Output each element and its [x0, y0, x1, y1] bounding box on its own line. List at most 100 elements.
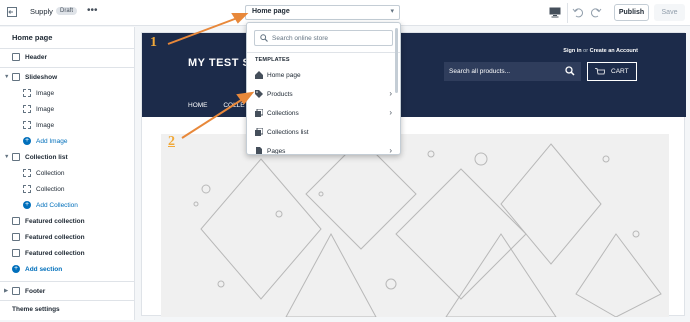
add-section-button[interactable]: + Add section	[0, 262, 135, 278]
sidebar-subitem-label: Image	[36, 122, 55, 129]
plus-circle-icon: +	[12, 265, 20, 273]
footer-section-icon	[12, 287, 20, 295]
dropdown-item-label: Home page	[267, 72, 301, 79]
sidebar-item-slideshow[interactable]: ▼ Slideshow	[0, 70, 135, 86]
page-select-label: Home page	[252, 8, 290, 15]
sidebar-item-label: Featured collection	[25, 234, 85, 241]
store-header: MY TEST ST Sign in or Create an Account …	[142, 33, 686, 117]
desktop-icon[interactable]	[549, 7, 561, 18]
nav-link-home[interactable]: HOME	[188, 102, 208, 109]
chevron-down-icon[interactable]: ▼	[4, 154, 9, 160]
plus-circle-icon: +	[23, 201, 31, 209]
dropdown-item-label: Pages	[267, 148, 286, 155]
dropdown-item-home-page[interactable]: Home page	[247, 66, 400, 85]
more-actions-button[interactable]: •••	[87, 5, 98, 16]
sidebar-item-theme-settings[interactable]: Theme settings	[0, 302, 135, 318]
chevron-right-icon: ›	[389, 108, 392, 117]
dropdown-item-pages[interactable]: Pages ›	[247, 142, 400, 155]
block-icon	[23, 185, 31, 193]
chevron-right-icon: ›	[389, 89, 392, 98]
search-icon	[260, 34, 268, 42]
block-icon	[23, 89, 31, 97]
page-icon	[256, 147, 262, 154]
chevron-right-icon: ›	[389, 146, 392, 155]
chevron-down-icon[interactable]: ▼	[4, 74, 9, 80]
sidebar-subitem-collection[interactable]: Collection	[0, 166, 135, 182]
sidebar-item-header[interactable]: Header	[0, 50, 135, 66]
plus-circle-icon: +	[23, 137, 31, 145]
store-search-placeholder: Search all products...	[449, 68, 511, 75]
home-icon	[255, 71, 263, 79]
sidebar-subitem-label: Collection	[36, 186, 65, 193]
sidebar-subitem-label: Image	[36, 106, 55, 113]
hero-slideshow-image	[161, 134, 669, 318]
block-icon	[23, 169, 31, 177]
sidebar-subitem-image[interactable]: Image	[0, 102, 135, 118]
block-icon	[23, 105, 31, 113]
add-collection-label: Add Collection	[36, 202, 78, 209]
page-select[interactable]: Home page ▾	[245, 5, 400, 20]
slideshow-icon	[12, 73, 20, 81]
sidebar-subitem-image[interactable]: Image	[0, 118, 135, 134]
dropdown-search-input[interactable]: Search online store	[254, 30, 393, 46]
redo-icon[interactable]	[590, 6, 602, 18]
illustration-placeholder	[193, 138, 662, 318]
sidebar-item-label: Header	[25, 54, 48, 61]
sidebar-item-label: Theme settings	[12, 306, 60, 313]
nav-link-collections[interactable]: COLLE	[223, 102, 244, 109]
sidebar-subitem-collection[interactable]: Collection	[0, 182, 135, 198]
step-1-annotation: 1	[150, 35, 157, 50]
sidebar-item-collection-list[interactable]: ▼ Collection list	[0, 150, 135, 166]
status-badge: Draft	[56, 7, 78, 15]
page-select-dropdown: Search online store TEMPLATES Home page …	[246, 22, 401, 155]
collection-icon	[255, 109, 263, 117]
dropdown-item-label: Products	[267, 91, 293, 98]
cart-icon	[595, 68, 605, 75]
sidebar-divider	[0, 281, 135, 282]
cart-button[interactable]: CART	[587, 62, 637, 81]
sidebar-item-featured-collection[interactable]: Featured collection	[0, 214, 135, 230]
sidebar-title: Home page	[12, 33, 53, 42]
add-section-label: Add section	[25, 266, 63, 273]
collection-list-icon	[255, 128, 263, 136]
sidebar-item-label: Slideshow	[25, 74, 58, 81]
publish-button[interactable]: Publish	[614, 4, 649, 21]
add-collection-button[interactable]: + Add Collection	[0, 198, 135, 214]
dropdown-scrollbar[interactable]	[395, 28, 398, 93]
sign-in-link[interactable]: Sign in	[563, 48, 581, 54]
sidebar-subitem-image[interactable]: Image	[0, 86, 135, 102]
sidebar-subitem-label: Collection	[36, 170, 65, 177]
add-image-label: Add Image	[36, 138, 68, 145]
sidebar-subitem-label: Image	[36, 90, 55, 97]
featured-collection-icon	[12, 249, 20, 257]
block-icon	[23, 121, 31, 129]
sidebar-item-label: Featured collection	[25, 218, 85, 225]
sidebar-divider	[0, 67, 135, 68]
sidebar-item-label: Featured collection	[25, 250, 85, 257]
step-2-annotation: 2	[168, 134, 175, 149]
sidebar-item-label: Collection list	[25, 154, 68, 161]
undo-icon[interactable]	[572, 6, 584, 18]
dropdown-item-collections-list[interactable]: Collections list	[247, 123, 400, 142]
sidebar-divider	[0, 48, 135, 49]
account-links: Sign in or Create an Account	[563, 48, 638, 54]
header-section-icon	[12, 53, 20, 61]
exit-icon[interactable]	[6, 6, 18, 18]
dropdown-item-collections[interactable]: Collections ›	[247, 104, 400, 123]
dropdown-item-label: Collections list	[267, 129, 309, 136]
sidebar-item-featured-collection[interactable]: Featured collection	[0, 246, 135, 262]
add-image-button[interactable]: + Add Image	[0, 134, 135, 150]
sidebar-item-footer[interactable]: ▶ Footer	[0, 284, 135, 300]
dropdown-item-products[interactable]: Products ›	[247, 85, 400, 104]
chevron-down-icon: ▾	[390, 8, 394, 15]
dropdown-item-label: Collections	[267, 110, 299, 117]
chevron-right-icon[interactable]: ▶	[4, 288, 8, 294]
sidebar-item-featured-collection[interactable]: Featured collection	[0, 230, 135, 246]
search-icon[interactable]	[565, 66, 575, 76]
store-search-input[interactable]: Search all products...	[444, 62, 581, 81]
featured-collection-icon	[12, 217, 20, 225]
tag-icon	[255, 90, 263, 98]
create-account-link[interactable]: Create an Account	[590, 48, 638, 54]
save-button[interactable]: Save	[654, 4, 685, 21]
sidebar-item-label: Footer	[25, 288, 46, 295]
